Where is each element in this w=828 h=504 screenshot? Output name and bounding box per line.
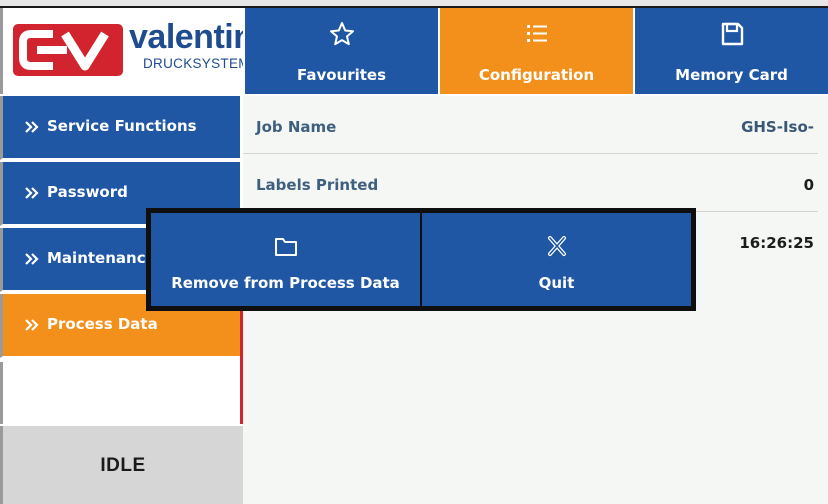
brand-name: valentin <box>129 18 254 56</box>
row-label: Job Name <box>256 118 337 136</box>
tab-label: Favourites <box>296 66 387 84</box>
remove-from-process-data-button[interactable]: Remove from Process Data <box>151 213 420 306</box>
tab-label: Configuration <box>478 66 595 84</box>
star-icon <box>329 22 354 46</box>
tab-favourites[interactable]: Favourites <box>243 8 438 94</box>
printer-screen: valentin DRUCKSYSTEME Favourites Configu… <box>0 0 828 504</box>
sidebar-item-label: Password <box>47 183 128 201</box>
double-chevron-right-icon <box>25 121 39 133</box>
quit-button[interactable]: Quit <box>422 213 691 306</box>
top-frame <box>0 0 828 8</box>
tab-configuration[interactable]: Configuration <box>438 8 633 94</box>
sidebar-item-label: Maintenance <box>47 249 156 267</box>
row-value: 0 <box>803 176 814 194</box>
sidebar-item-service-functions[interactable]: Service Functions <box>0 96 240 160</box>
status-text: IDLE <box>100 455 146 476</box>
data-row-job-name: Job Name GHS-Iso- <box>243 96 828 154</box>
data-row-labels-printed: Labels Printed 0 <box>243 154 828 212</box>
list-icon <box>526 25 547 42</box>
row-value: GHS-Iso- <box>741 118 814 136</box>
brand-logo: valentin DRUCKSYSTEME <box>0 8 259 94</box>
row-value: 16:26:25 <box>739 234 814 252</box>
button-label: Remove from Process Data <box>171 274 400 292</box>
sidebar-item-label: Service Functions <box>47 117 197 135</box>
action-popup: Remove from Process Data Quit <box>146 208 696 311</box>
double-chevron-right-icon <box>25 319 39 331</box>
cv-logo-mark <box>13 24 123 76</box>
double-chevron-right-icon <box>25 253 39 265</box>
row-label: Labels Printed <box>256 176 379 194</box>
folder-icon <box>274 238 297 256</box>
status-panel: IDLE <box>0 426 243 504</box>
close-icon <box>547 236 566 256</box>
brand-subtitle: DRUCKSYSTEME <box>143 56 260 71</box>
sidebar-item-label: Process Data <box>47 315 158 333</box>
tab-memory-card[interactable]: Memory Card <box>633 8 828 94</box>
button-label: Quit <box>538 274 575 292</box>
double-chevron-right-icon <box>25 187 39 199</box>
tab-label: Memory Card <box>675 66 788 84</box>
floppy-disk-icon <box>721 22 743 46</box>
sidebar-empty-slot <box>0 362 240 424</box>
